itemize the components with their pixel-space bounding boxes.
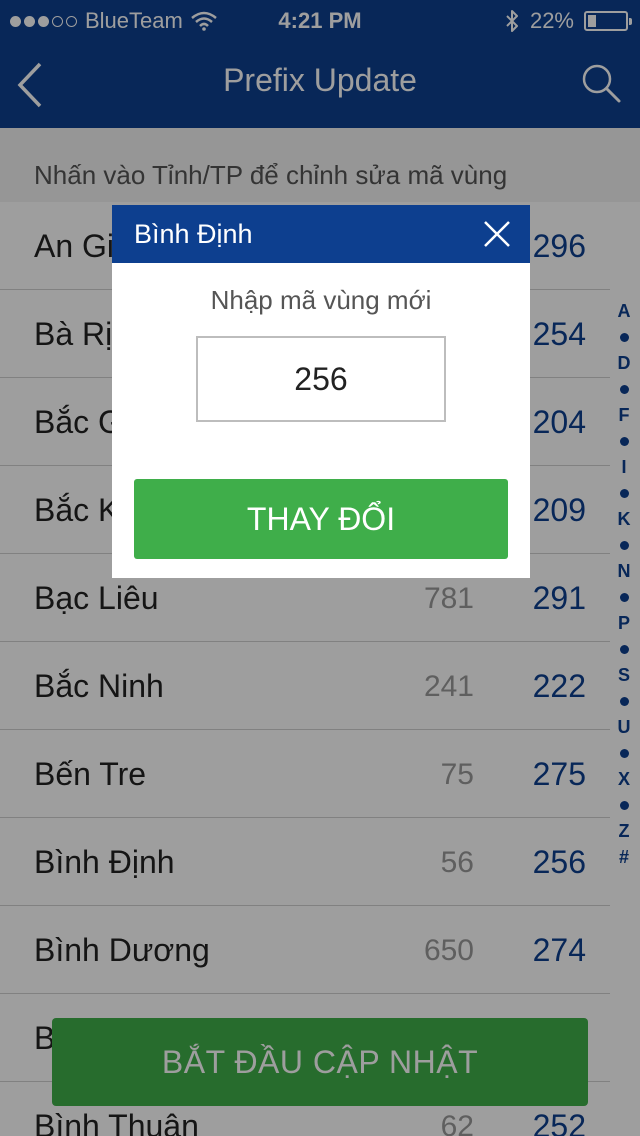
edit-prefix-dialog: Bình Định Nhập mã vùng mới THAY ĐỔI [112, 205, 530, 578]
change-button[interactable]: THAY ĐỔI [134, 479, 508, 559]
dialog-header: Bình Định [112, 205, 530, 263]
close-icon [484, 221, 510, 247]
prefix-code-input[interactable] [196, 336, 446, 422]
dialog-close-button[interactable] [482, 219, 512, 249]
dialog-label: Nhập mã vùng mới [210, 285, 432, 315]
dialog-title: Bình Định [134, 219, 253, 249]
